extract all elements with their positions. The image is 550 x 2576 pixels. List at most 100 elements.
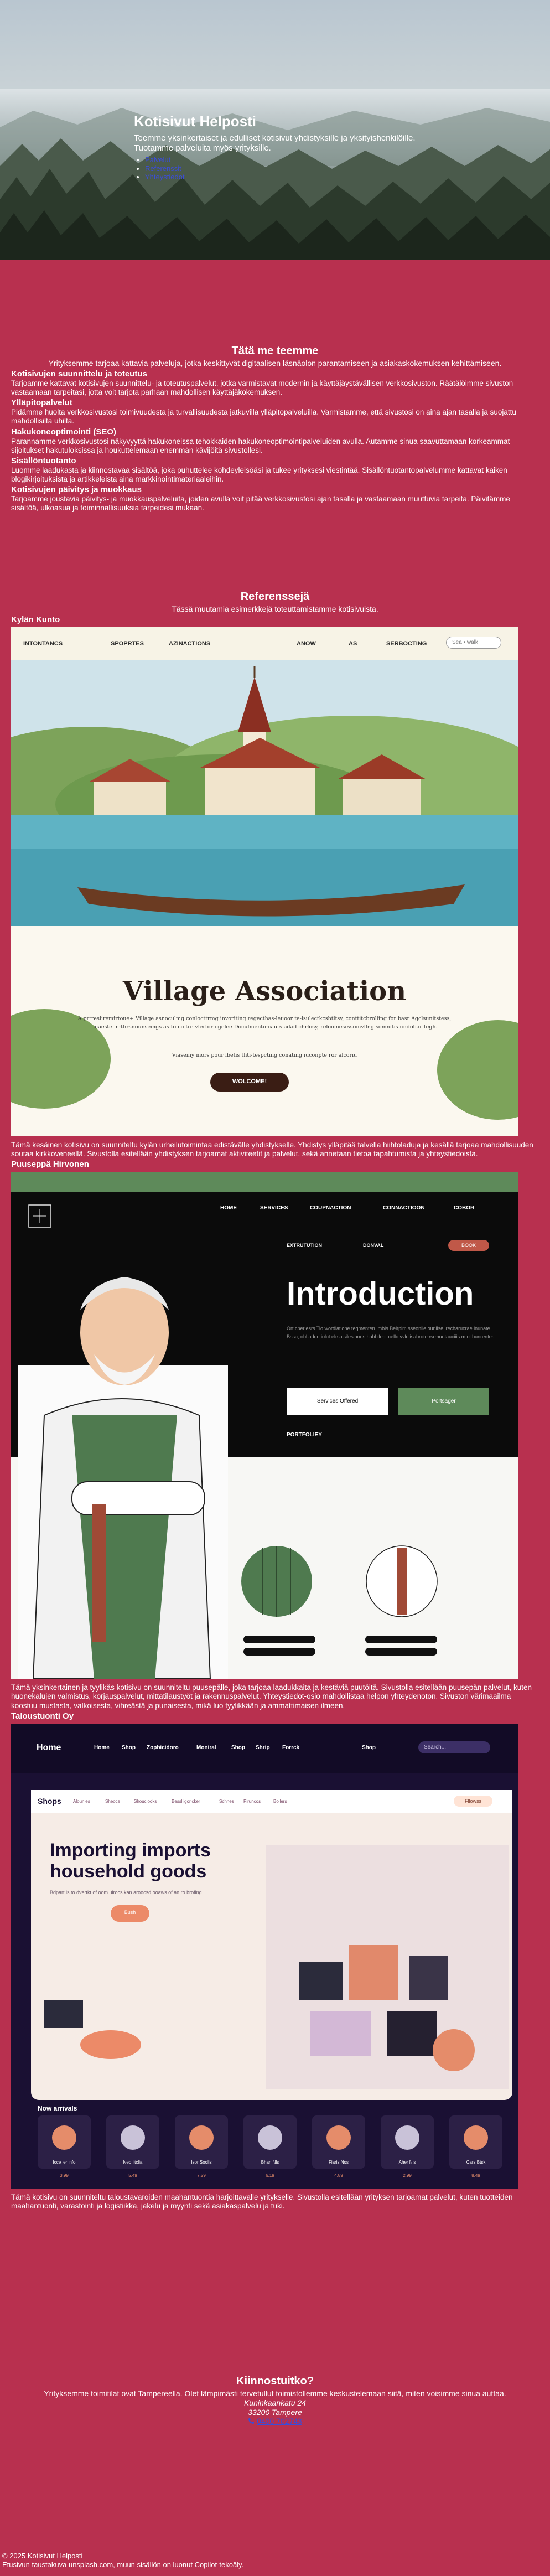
carpenter-body: Ort cperiesrs Tio wordiatione tegmenten.…: [287, 1326, 496, 1339]
carpenter-portfolio-label: PORTFOLIEY: [287, 1432, 322, 1439]
reference-name: Kylän Kunto: [11, 614, 60, 624]
nav-item-references: Referenssit: [145, 164, 444, 173]
carpenter-subnav-item: EXTRUTUTION: [287, 1243, 322, 1249]
imports-product-name: Bharl Nls: [261, 2159, 279, 2165]
carpenter-nav-item: CONNACTIOON: [383, 1205, 425, 1212]
nav-link-services[interactable]: Palvelut: [145, 156, 170, 164]
site-tagline: Teemme yksinkertaiset ja edulliset kotis…: [134, 133, 416, 153]
imports-nav-item: Shop: [122, 1744, 136, 1751]
village-scene-image: [11, 627, 518, 1136]
imports-product-name: Aher Nis: [398, 2159, 416, 2165]
imports-nav-item: Moniral: [196, 1744, 216, 1751]
imports-product-price: 6.19: [266, 2172, 274, 2178]
imports-product-name: Isor Soolis: [191, 2159, 212, 2165]
village-body: A prtresliremirtoue+ Village asnoculmg c…: [77, 1015, 452, 1030]
nav-item-services: Palvelut: [145, 156, 444, 164]
contact-section: Kiinnostuitko? Yrityksemme toimitilat ov…: [11, 2375, 539, 2426]
service-title: Kotisivujen päivitys ja muokkaus: [11, 485, 142, 495]
hero-banner: Kotisivut Helposti Teemme yksinkertaiset…: [0, 0, 550, 260]
carpenter-nav-item: HOME: [220, 1205, 237, 1212]
imports-product-price: 4.89: [334, 2172, 343, 2178]
imports-cta-button: Bush: [124, 1909, 136, 1915]
carpenter-scene-image: [11, 1172, 518, 1679]
imports-headline: Importing imports household goods: [50, 1839, 211, 1882]
village-body-secondary: Viaseiny mors pour lbetis thti-tespcting…: [172, 1052, 357, 1058]
imports-product-price: 3.99: [60, 2172, 69, 2178]
service-text: Luomme laadukasta ja kiinnostavaa sisält…: [11, 465, 507, 484]
service-text: Tarjoamme kattavat kotisivujen suunnitte…: [11, 379, 513, 396]
nav-link-contact[interactable]: Yhteystiedot: [145, 173, 185, 181]
imports-nav-item: Forrck: [282, 1744, 300, 1751]
contact-street: Kuninkaankatu 24: [243, 2398, 307, 2407]
village-nav-item: AZINACTIONS: [169, 640, 211, 647]
contact-title: Kiinnostuitko?: [236, 2375, 314, 2387]
imports-nav-item: Zopbicidoro: [147, 1744, 179, 1751]
village-nav-item: INTONTANCS: [23, 640, 63, 647]
imports-nav-item: Shop: [231, 1744, 245, 1751]
phone-icon: [248, 2417, 255, 2424]
nav-item-contact: Yhteystiedot: [145, 173, 444, 182]
village-nav-item: SERBOCTING: [386, 640, 427, 647]
reference-description: Tämä kotisivu on suunniteltu taloustavar…: [11, 2192, 513, 2210]
village-nav-item: SPOPRTES: [111, 640, 144, 647]
service-title: Sisällöntuotanto: [11, 456, 76, 465]
references-title: Referenssejä: [240, 591, 310, 603]
carpenter-nav-item: COBOR: [454, 1205, 475, 1212]
imports-product-price: 2.99: [403, 2172, 412, 2178]
services-title: Tätä me teemme: [231, 345, 319, 357]
carpenter-book-button: BOOK: [448, 1240, 489, 1251]
site-footer: © 2025 Kotisivut Helposti Etusivun taust…: [2, 2552, 243, 2570]
contact-phone-row: 0400 702743: [11, 2417, 539, 2426]
contact-phone-link[interactable]: 0400 702743: [257, 2417, 302, 2425]
carpenter-services-button: Services Offered: [287, 1388, 388, 1416]
hero-content: Kotisivut Helposti Teemme yksinkertaiset…: [134, 113, 444, 182]
reference-screenshot-village: INTONTANCS SPOPRTES AZINACTIONS ANOW AS …: [11, 627, 518, 1136]
imports-subnav-item: Sheoce: [105, 1798, 121, 1804]
carpenter-nav-item: COUPNACTION: [310, 1205, 351, 1212]
services-intro: Yrityksemme tarjoaa kattavia palveluja, …: [48, 359, 502, 368]
service-text: Parannamme verkkosivustosi näkyvyyttä ha…: [11, 437, 510, 454]
imports-subnav-item: Piruncos: [243, 1798, 261, 1804]
village-cta-button: WOLCOME!: [232, 1078, 267, 1085]
reference-screenshot-imports: Home Home Shop Zopbicidoro Moniral Shop …: [11, 1723, 518, 2189]
imports-brand: Shops: [38, 1796, 61, 1806]
carpenter-headline: Introduction: [287, 1276, 474, 1312]
imports-logo: Home: [37, 1742, 61, 1752]
imports-scene-image: [11, 1723, 518, 2189]
imports-product-price: 7.29: [197, 2172, 206, 2178]
imports-body: Bdpart is to dvertkt of oom ulrocs kan a…: [50, 1889, 204, 1895]
footer-credits: Etusivun taustakuva unsplash.com, muun s…: [2, 2561, 244, 2569]
imports-subnav-item: Shouclooks: [134, 1798, 157, 1804]
reference-name: Taloustuonti Oy: [11, 1711, 74, 1721]
reference-name: Puuseppä Hirvonen: [11, 1160, 89, 1170]
village-headline: Village Association: [122, 975, 407, 1007]
imports-product-price: 8.49: [471, 2172, 480, 2178]
service-title: Kotisivujen suunnittelu ja toteutus: [11, 369, 147, 379]
service-title: Ylläpitopalvelut: [11, 398, 72, 408]
reference-screenshot-carpenter: HOME SERVICES COUPNACTION CONNACTIOON CO…: [11, 1172, 518, 1679]
village-nav-item: ANOW: [297, 640, 316, 647]
imports-product-price: 5.49: [128, 2172, 137, 2178]
imports-nav-item: Shrip: [256, 1744, 270, 1751]
references-section: Referenssejä Tässä muutamia esimerkkejä …: [11, 590, 539, 2212]
references-intro: Tässä muutamia esimerkkejä toteuttamista…: [172, 604, 378, 613]
main-navigation: Palvelut Referenssit Yhteystiedot: [134, 156, 444, 182]
service-text: Pidämme huolta verkkosivustosi toimivuud…: [11, 408, 516, 426]
imports-subnav-item: Bessliigoricker: [172, 1798, 200, 1804]
contact-text: Yrityksemme toimitilat ovat Tampereella.…: [44, 2389, 506, 2398]
contact-city: 33200 Tampere: [248, 2407, 302, 2417]
imports-product-name: Neo litclia: [123, 2159, 143, 2165]
service-text: Tarjoamme joustavia päivitys- ja muokkau…: [11, 495, 510, 513]
imports-subnav-item: Schnes: [219, 1798, 234, 1804]
nav-link-references[interactable]: Referenssit: [145, 164, 181, 173]
site-title: Kotisivut Helposti: [134, 113, 257, 130]
imports-product-name: Fiaris Nos: [328, 2159, 349, 2165]
imports-product-name: Icce ier info: [53, 2159, 76, 2165]
imports-product-name: Cars Btsk: [466, 2159, 486, 2165]
village-nav-item: AS: [349, 640, 357, 647]
imports-nav-right: Shop: [362, 1744, 376, 1751]
imports-subnav-item: Alounies: [73, 1798, 90, 1804]
imports-arrivals-title: Now arrivals: [38, 2104, 77, 2112]
footer-copyright: © 2025 Kotisivut Helposti: [2, 2552, 83, 2560]
imports-search-box: Search...: [418, 1741, 490, 1753]
